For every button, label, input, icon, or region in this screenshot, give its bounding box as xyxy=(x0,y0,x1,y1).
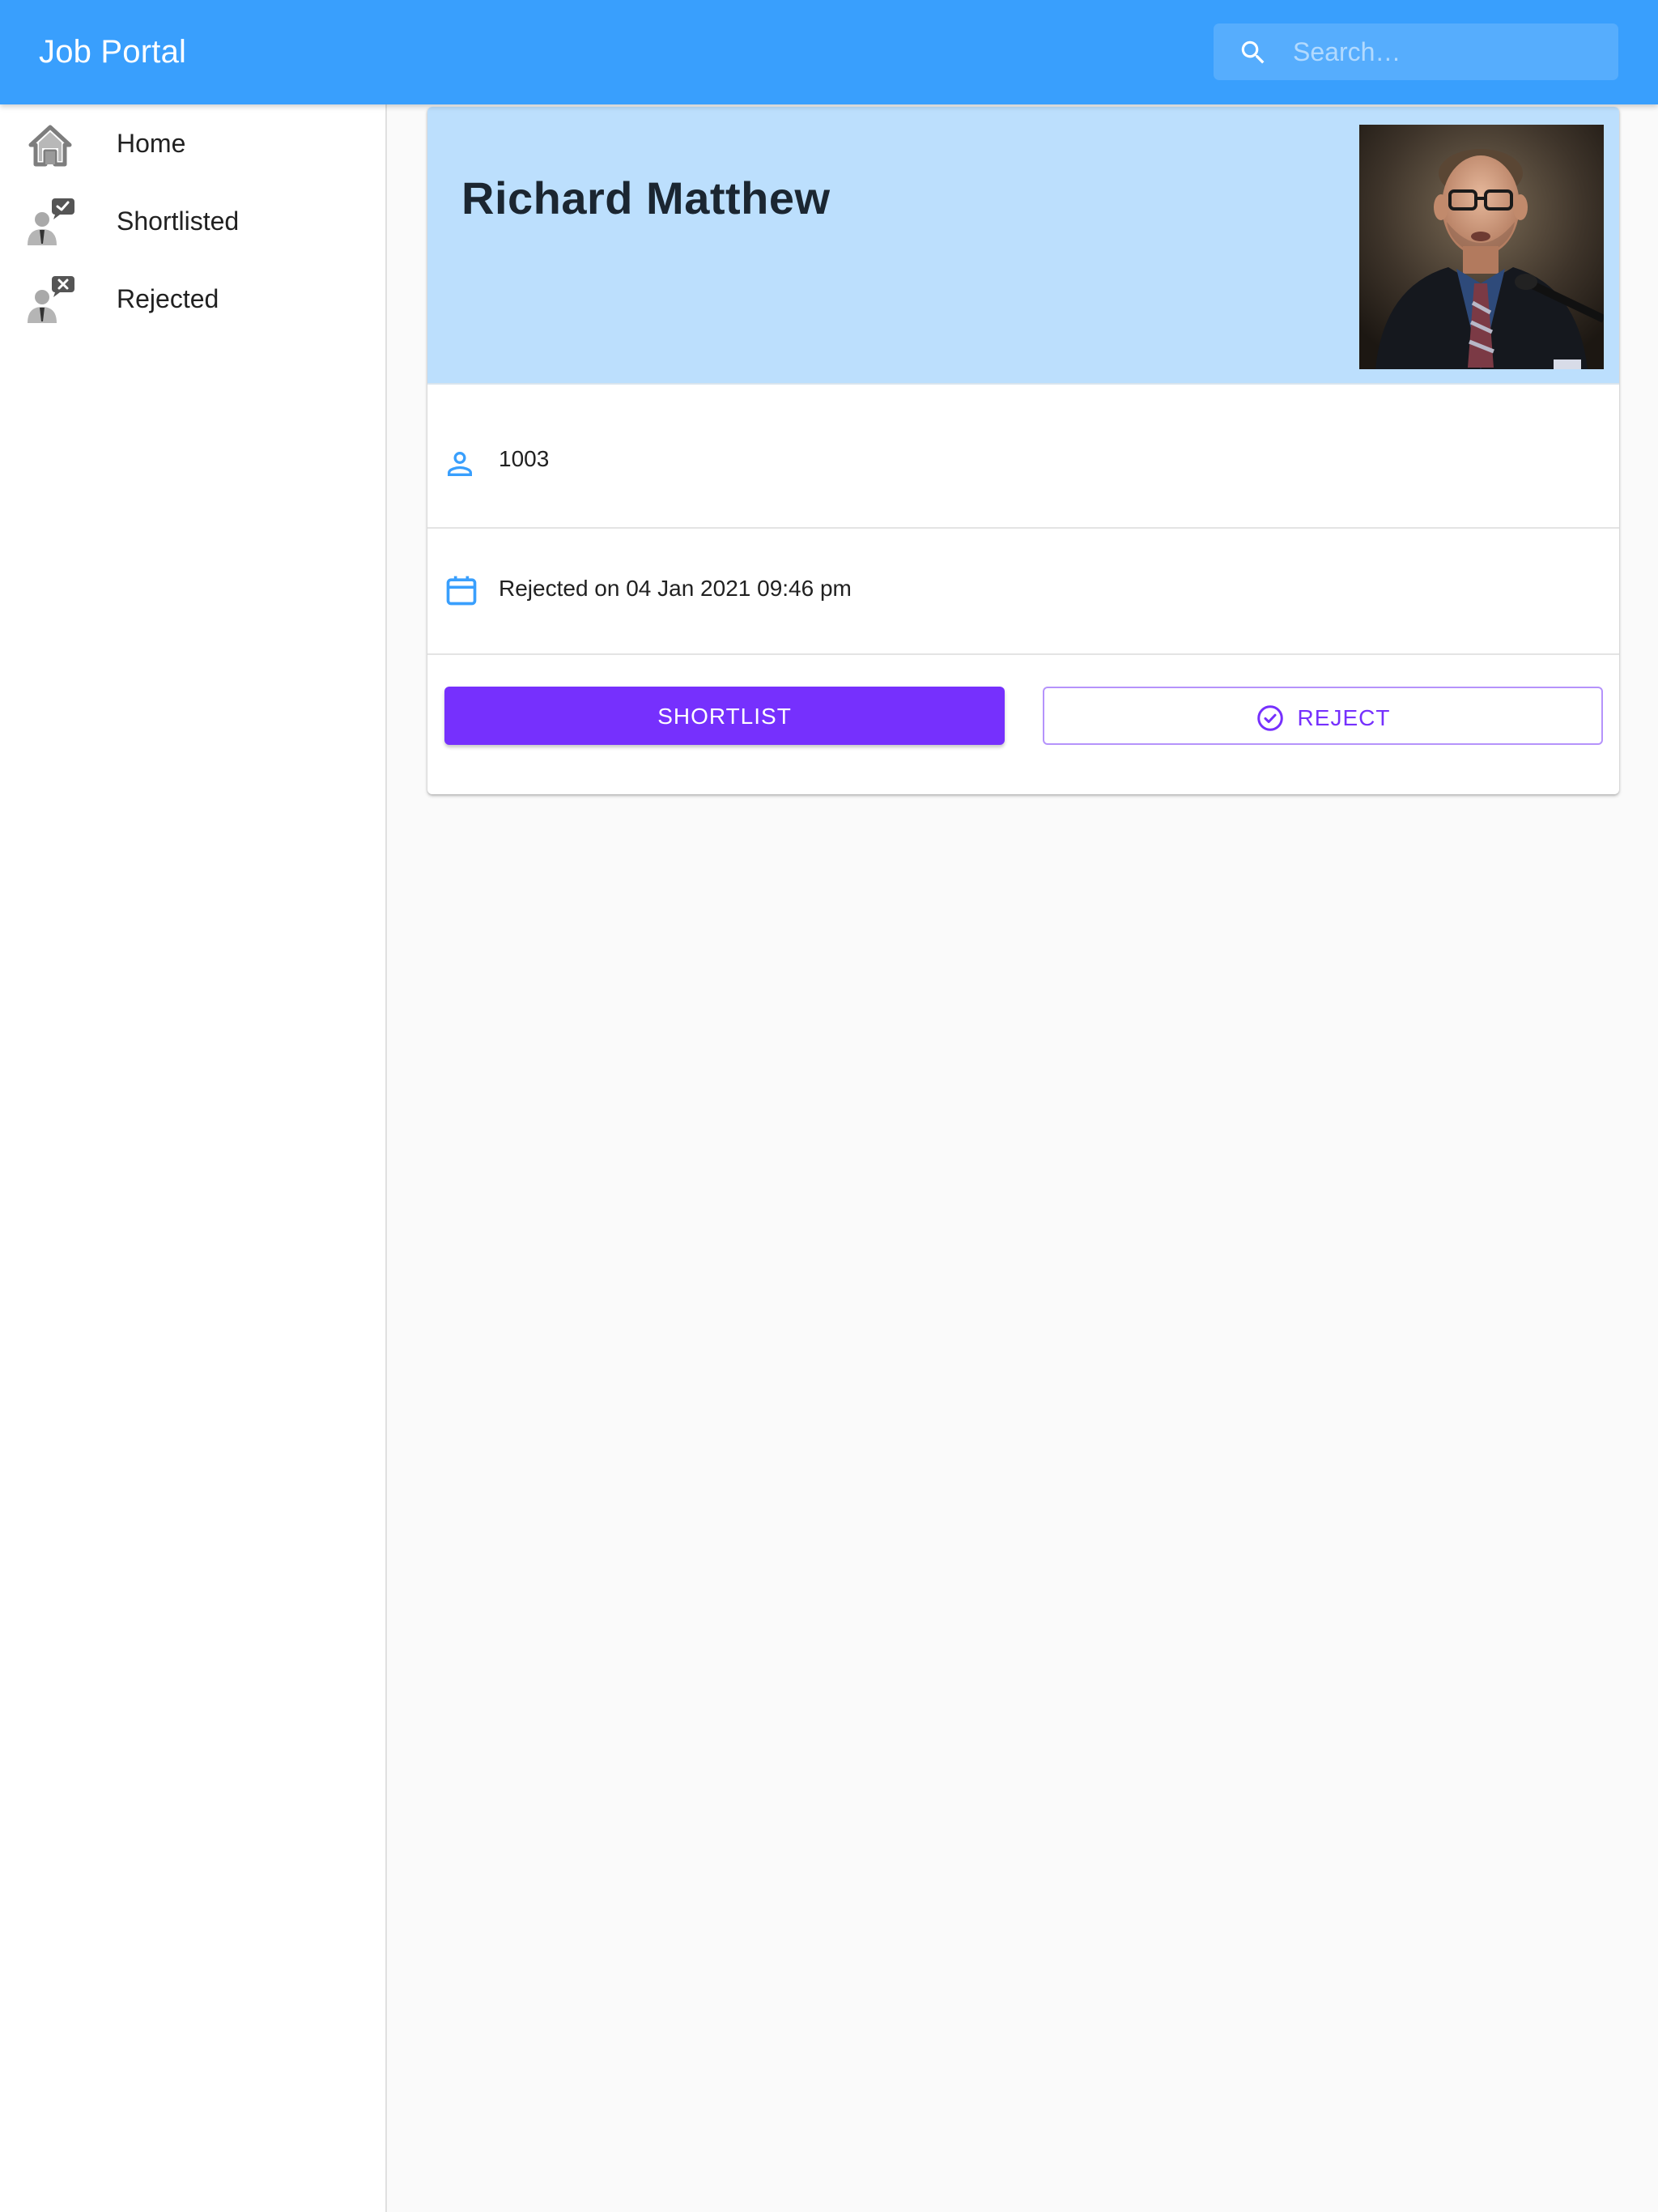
person-icon xyxy=(448,451,472,476)
sidebar-item-shortlisted[interactable]: Shortlisted xyxy=(0,182,385,260)
home-icon xyxy=(28,125,72,167)
app-bar: Job Portal xyxy=(0,0,1658,104)
card-header: Richard Matthew xyxy=(427,107,1619,385)
reject-button-label: REJECT xyxy=(1297,705,1391,730)
reject-button[interactable]: REJECT xyxy=(1043,687,1603,745)
candidate-name: Richard Matthew xyxy=(461,172,831,223)
candidate-status-row: Rejected on 04 Jan 2021 09:46 pm xyxy=(427,529,1619,655)
candidate-photo xyxy=(1359,125,1604,369)
candidate-id-row: 1003 xyxy=(427,386,1619,529)
candidate-status: Rejected on 04 Jan 2021 09:46 pm xyxy=(499,576,852,601)
user-check-icon xyxy=(28,198,74,245)
app-title: Job Portal xyxy=(39,34,187,70)
sidebar: Home Shortlisted Rejected xyxy=(0,104,387,2212)
candidate-card: Richard Matthew 1003 Rejected on 04 Jan … xyxy=(427,107,1619,794)
search-icon xyxy=(1241,40,1265,64)
search-input[interactable] xyxy=(1291,23,1607,80)
sidebar-item-home[interactable]: Home xyxy=(0,104,385,182)
calendar-icon xyxy=(446,576,477,606)
sidebar-item-label: Rejected xyxy=(117,284,219,313)
candidate-id: 1003 xyxy=(499,446,550,471)
shortlist-button[interactable]: SHORTLIST xyxy=(444,687,1005,745)
user-cross-icon xyxy=(28,276,74,323)
sidebar-item-rejected[interactable]: Rejected xyxy=(0,260,385,338)
sidebar-item-label: Home xyxy=(117,129,186,158)
search-box[interactable] xyxy=(1214,23,1618,80)
sidebar-item-label: Shortlisted xyxy=(117,206,240,236)
check-circle-icon xyxy=(1256,704,1283,731)
